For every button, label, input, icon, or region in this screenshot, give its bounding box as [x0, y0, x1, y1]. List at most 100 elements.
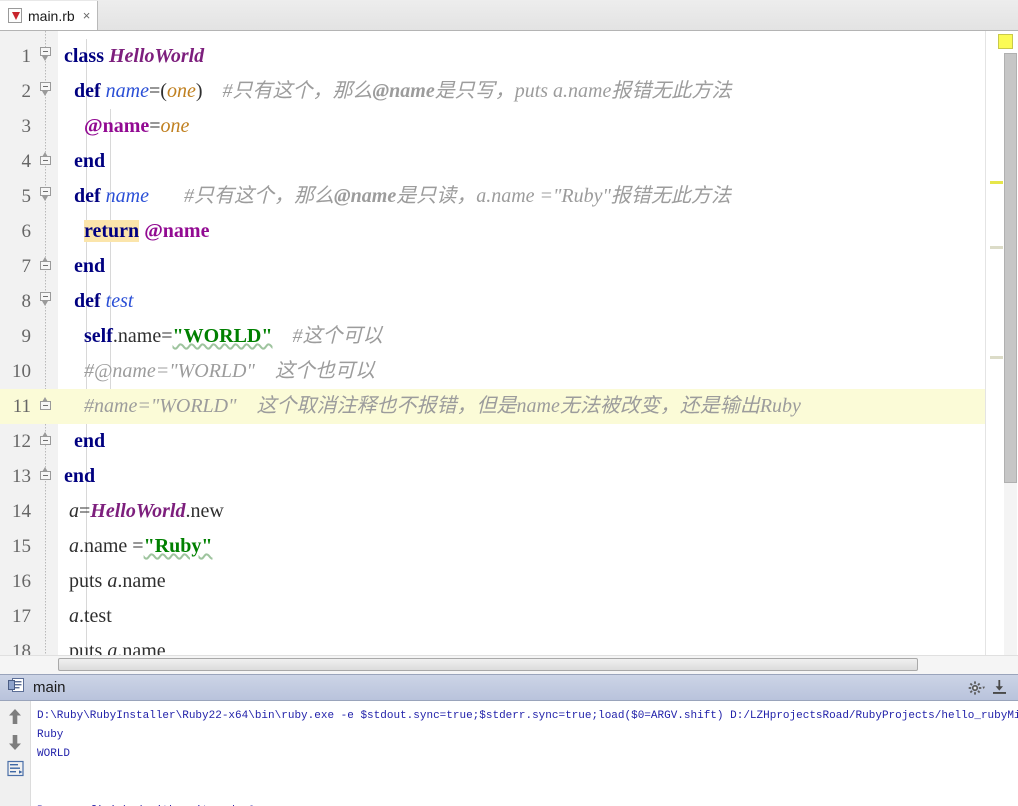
- code-line[interactable]: puts a.name: [58, 564, 1018, 599]
- code-text-area[interactable]: class HelloWorld def name=(one) #只有这个，那么…: [58, 31, 1018, 655]
- code-line[interactable]: end: [58, 144, 1018, 179]
- vertical-scrollbar-thumb[interactable]: [1004, 53, 1017, 483]
- code-line[interactable]: def name #只有这个，那么@name是只读，a.name ="Ruby"…: [58, 179, 1018, 214]
- code-token: a: [69, 605, 79, 627]
- code-line[interactable]: class HelloWorld: [58, 39, 1018, 74]
- line-number: 12: [12, 431, 31, 452]
- code-token: .new: [185, 500, 224, 522]
- scrollbar-marker[interactable]: [990, 356, 1003, 359]
- horizontal-scrollbar-thumb[interactable]: [58, 658, 918, 671]
- editor-marker-scrollbar[interactable]: [985, 31, 1018, 655]
- line-number: 1: [21, 46, 32, 67]
- fold-end-icon[interactable]: [40, 432, 52, 445]
- code-line[interactable]: @name=one: [58, 109, 1018, 144]
- line-number: 7: [21, 256, 32, 277]
- code-token: HelloWorld: [109, 45, 205, 67]
- soft-wrap-icon[interactable]: [6, 759, 24, 777]
- code-line[interactable]: end: [58, 424, 1018, 459]
- line-number: 13: [12, 466, 31, 487]
- code-line[interactable]: #name="WORLD" 这个取消注释也不报错，但是name无法被改变，还是输…: [58, 389, 1018, 424]
- tab-main-rb[interactable]: main.rb ×: [0, 1, 99, 30]
- line-number: 11: [0, 389, 36, 424]
- tab-label: main.rb: [28, 7, 75, 24]
- fold-collapse-icon[interactable]: [40, 47, 52, 61]
- code-token: test: [105, 290, 134, 312]
- fold-end-icon[interactable]: [40, 397, 52, 410]
- code-token: puts: [69, 570, 108, 592]
- code-token: self: [84, 325, 113, 347]
- code-line[interactable]: def test: [58, 284, 1018, 319]
- code-line[interactable]: a.name ="Ruby": [58, 529, 1018, 564]
- run-panel-title: main: [33, 679, 66, 697]
- console-output[interactable]: D:\Ruby\RubyInstaller\Ruby22-x64\bin\rub…: [31, 701, 1018, 806]
- code-token: 是只写，puts a.name报错无此方法: [434, 80, 732, 102]
- line-number: 17: [12, 606, 31, 627]
- code-token: one: [166, 80, 196, 102]
- fold-end-icon[interactable]: [40, 467, 52, 480]
- code-token: a: [69, 535, 79, 557]
- fold-region: [36, 354, 58, 389]
- fold-region: [36, 319, 58, 354]
- fold-region: [36, 494, 58, 529]
- code-line[interactable]: a=HelloWorld.new: [58, 494, 1018, 529]
- line-number: 4: [21, 151, 32, 172]
- fold-collapse-icon[interactable]: [40, 187, 52, 201]
- tab-bar-empty-area: [98, 0, 1018, 30]
- line-number: 9: [21, 326, 32, 347]
- console-side-toolbar: [0, 701, 31, 806]
- fold-collapse-icon[interactable]: [40, 292, 52, 306]
- code-line[interactable]: #@name="WORLD" 这个也可以: [58, 354, 1018, 389]
- code-line[interactable]: puts a.name: [58, 634, 1018, 655]
- code-token: =(: [149, 80, 167, 102]
- down-arrow-icon[interactable]: [6, 733, 24, 751]
- scroll-to-end-icon[interactable]: [988, 677, 1010, 699]
- gear-icon[interactable]: [966, 677, 988, 699]
- fold-region: [36, 389, 58, 424]
- code-token: @name: [334, 185, 397, 207]
- line-number: 18: [12, 641, 31, 655]
- horizontal-scrollbar[interactable]: [0, 655, 1018, 674]
- code-line[interactable]: end: [58, 459, 1018, 494]
- code-token: #只有这个，那么: [184, 185, 334, 207]
- console-line: Process finished with exit code 0: [37, 802, 1018, 806]
- line-number: 14: [12, 501, 31, 522]
- code-line[interactable]: def name=(one) #只有这个，那么@name是只写，puts a.n…: [58, 74, 1018, 109]
- code-token: def: [74, 290, 101, 312]
- inspection-status-icon[interactable]: [998, 34, 1013, 49]
- ruby-file-icon: [8, 8, 22, 23]
- code-token: =: [79, 500, 91, 522]
- fold-region: [36, 214, 58, 249]
- code-line[interactable]: a.test: [58, 599, 1018, 634]
- code-line[interactable]: self.name="WORLD" #这个可以: [58, 319, 1018, 354]
- fold-region: [36, 529, 58, 564]
- close-icon[interactable]: ×: [81, 9, 91, 22]
- run-configuration-icon: [8, 677, 25, 699]
- up-arrow-icon[interactable]: [6, 707, 24, 725]
- code-line[interactable]: end: [58, 249, 1018, 284]
- fold-end-icon[interactable]: [40, 257, 52, 270]
- line-number: 6: [21, 221, 32, 242]
- code-token: HelloWorld: [90, 500, 186, 522]
- fold-end-icon[interactable]: [40, 152, 52, 165]
- scrollbar-marker[interactable]: [990, 181, 1003, 184]
- code-token: end: [64, 465, 96, 487]
- fold-collapse-icon[interactable]: [40, 82, 52, 96]
- fold-region: [36, 284, 58, 319]
- code-token: a: [107, 570, 118, 592]
- code-token: @name: [372, 80, 435, 102]
- code-token: def: [74, 185, 101, 207]
- code-token: a: [69, 500, 79, 522]
- run-tool-window-body: D:\Ruby\RubyInstaller\Ruby22-x64\bin\rub…: [0, 701, 1018, 806]
- code-token: end: [74, 430, 106, 452]
- code-token: #@name="WORLD" 这个也可以: [84, 360, 375, 382]
- code-line[interactable]: return @name: [58, 214, 1018, 249]
- fold-region: [36, 39, 58, 74]
- scrollbar-marker[interactable]: [990, 246, 1003, 249]
- code-token: .test: [79, 605, 112, 627]
